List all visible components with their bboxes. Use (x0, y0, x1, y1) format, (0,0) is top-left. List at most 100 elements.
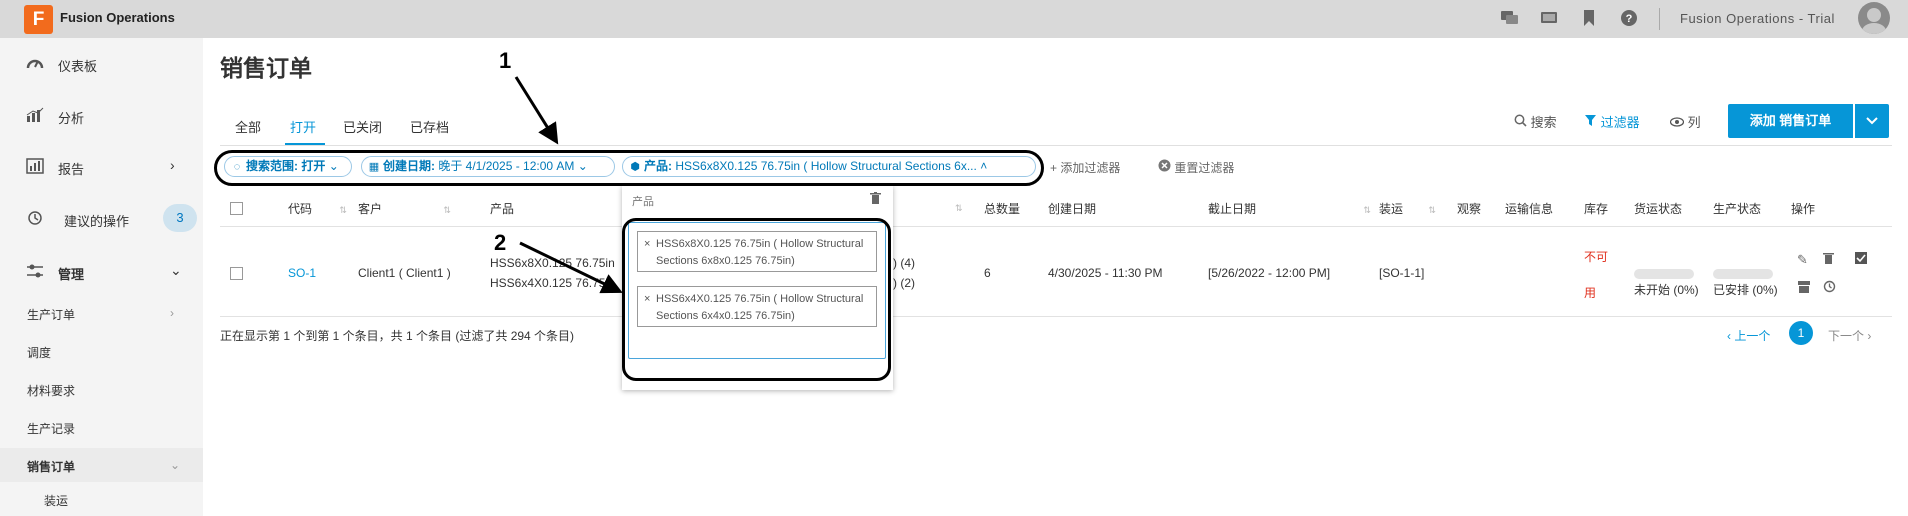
next-page-button[interactable]: 下一个 › (1828, 327, 1871, 344)
sidebar: 仪表板 分析 报告 › 建议的操作 3 管理 ⌄ 生产订单 › 调度 材料要求 … (0, 38, 203, 516)
dashboard-icon (26, 55, 44, 71)
column-header-due-date[interactable]: 截止日期 ⇅ (1208, 200, 1371, 217)
fusion-logo[interactable]: F (24, 5, 53, 34)
column-header-actions: 操作 (1791, 202, 1816, 216)
search-icon (1514, 114, 1531, 130)
tab-open[interactable]: 打开 (290, 117, 316, 136)
column-header-shipment[interactable]: 装运 ⇅ (1379, 200, 1436, 217)
created-date-cell: 4/30/2025 - 11:30 PM (1048, 266, 1163, 280)
column-header-product[interactable]: 产品 (490, 200, 514, 217)
delete-icon[interactable] (1823, 252, 1834, 267)
sidebar-item-reports[interactable]: 报告 › (0, 146, 203, 186)
trash-icon[interactable] (870, 192, 881, 207)
clear-circle-icon (1158, 159, 1174, 175)
column-header-stock[interactable]: 库存 (1584, 200, 1608, 217)
column-header-shipping-info[interactable]: 运输信息 (1505, 200, 1553, 217)
column-header-total-qty[interactable]: 总数量 (984, 200, 1020, 217)
reset-filter-button[interactable]: 重置过滤器 (1158, 159, 1234, 176)
sidebar-sub-production-orders[interactable]: 生产订单 (27, 306, 75, 323)
sidebar-sub-sales-orders[interactable]: 销售订单 (27, 458, 75, 475)
column-header-created-date[interactable]: 创建日期 (1048, 200, 1096, 217)
plus-icon: + (1050, 161, 1058, 175)
archive-icon[interactable] (1798, 281, 1810, 296)
chevron-right-icon: › (170, 306, 174, 320)
sidebar-sub-scheduling[interactable]: 调度 (27, 344, 51, 361)
row-checkbox[interactable] (230, 267, 243, 280)
user-avatar[interactable] (1858, 2, 1890, 34)
tab-all[interactable]: 全部 (235, 117, 261, 136)
suggested-actions-badge: 3 (163, 204, 197, 232)
order-code-link[interactable]: SO-1 (288, 266, 316, 280)
tabs-divider (220, 145, 1892, 146)
eye-icon (1669, 115, 1688, 130)
sidebar-item-label: 报告 (58, 162, 85, 177)
annotation-box-selected-products (622, 218, 891, 381)
column-header-production-status[interactable]: 生产状态 (1713, 200, 1761, 217)
bookmark-icon[interactable] (1579, 9, 1599, 29)
annotation-number-2: 2 (494, 230, 507, 255)
prev-page-button[interactable]: ‹ 上一个 (1727, 327, 1770, 344)
tab-closed[interactable]: 已关闭 (343, 117, 382, 136)
sidebar-item-dashboard[interactable]: 仪表板 (0, 43, 203, 83)
history-icon[interactable] (1823, 280, 1836, 296)
sidebar-item-label: 建议的操作 (64, 214, 130, 229)
sidebar-item-management[interactable]: 管理 ⌄ (0, 251, 203, 291)
app-title: Fusion Operations (60, 10, 175, 25)
column-header-observation[interactable]: 观察 (1457, 200, 1481, 217)
header-divider (220, 226, 1892, 227)
add-sales-order-button[interactable]: 添加 销售订单 (1728, 104, 1853, 138)
tab-archived[interactable]: 已存档 (410, 117, 449, 136)
svg-text:?: ? (1626, 13, 1633, 25)
reset-filter-label: 重置过滤器 (1174, 161, 1235, 175)
help-icon[interactable]: ? (1619, 9, 1639, 29)
report-icon (26, 158, 44, 174)
select-all-checkbox[interactable] (230, 202, 243, 215)
product-qty-line1: ) (4) (893, 256, 915, 270)
filter-icon (1584, 115, 1601, 130)
add-options-dropdown-button[interactable] (1855, 104, 1889, 138)
row-divider (220, 316, 1892, 317)
stock-status-line2: 用 (1584, 286, 1597, 300)
customer-cell: Client1 ( Client1 ) (358, 266, 451, 280)
add-filter-button[interactable]: + 添加过滤器 (1050, 159, 1120, 176)
production-status-cell: 已安排 (0%) (1713, 283, 1778, 297)
sidebar-item-analytics[interactable]: 分析 (0, 95, 203, 135)
product-qty-line2: ) (2) (893, 276, 915, 290)
column-header-customer[interactable]: 客户 ⇅ (358, 200, 451, 217)
sidebar-sub-material-requirements[interactable]: 材料要求 (27, 382, 75, 399)
shipment-cell: [SO-1-1] (1379, 266, 1425, 280)
trial-label: Fusion Operations - Trial (1680, 11, 1835, 26)
chevron-down-icon: ⌄ (170, 458, 181, 472)
shipping-progress-bar (1634, 269, 1694, 279)
dropdown-label: 产品 (632, 196, 654, 208)
chat-icon[interactable] (1500, 9, 1520, 29)
settings-sliders-icon (26, 263, 44, 279)
sidebar-item-label: 管理 (58, 267, 85, 282)
sidebar-sub-production-records[interactable]: 生产记录 (27, 420, 75, 437)
product-cell-line2: HSS6x4X0.125 76.75in (490, 276, 615, 290)
column-header-code[interactable]: 代码 ⇅ (288, 200, 347, 217)
sidebar-item-label: 分析 (58, 111, 85, 126)
page-title: 销售订单 (220, 55, 312, 81)
columns-button[interactable]: 列 (1669, 112, 1701, 131)
search-button[interactable]: 搜索 (1514, 112, 1557, 131)
top-bar: F Fusion Operations ? Fusion Operations … (0, 0, 1908, 38)
column-header-shipping-status[interactable]: 货运状态 (1634, 200, 1682, 217)
sidebar-sub-shipments[interactable]: 装运 (44, 492, 68, 509)
header-divider (1659, 8, 1660, 30)
history-icon (26, 210, 44, 226)
stock-status-line1: 不可 (1584, 250, 1609, 264)
product-cell-line1: HSS6x8X0.125 76.75in (490, 256, 615, 270)
due-date-cell: [5/26/2022 - 12:00 PM] (1208, 266, 1331, 280)
columns-label: 列 (1687, 115, 1701, 130)
page-1-button[interactable]: 1 (1789, 321, 1813, 345)
chevron-right-icon: › (170, 157, 175, 173)
filter-label: 过滤器 (1600, 115, 1640, 130)
approve-icon[interactable] (1855, 252, 1867, 267)
sort-icon: ⇅ (955, 203, 963, 213)
analytics-icon (26, 107, 44, 123)
shipping-status-cell: 未开始 (0%) (1634, 283, 1699, 297)
monitor-icon[interactable] (1539, 9, 1559, 29)
filter-button[interactable]: 过滤器 (1584, 112, 1640, 131)
edit-icon[interactable]: ✎ (1797, 252, 1808, 268)
